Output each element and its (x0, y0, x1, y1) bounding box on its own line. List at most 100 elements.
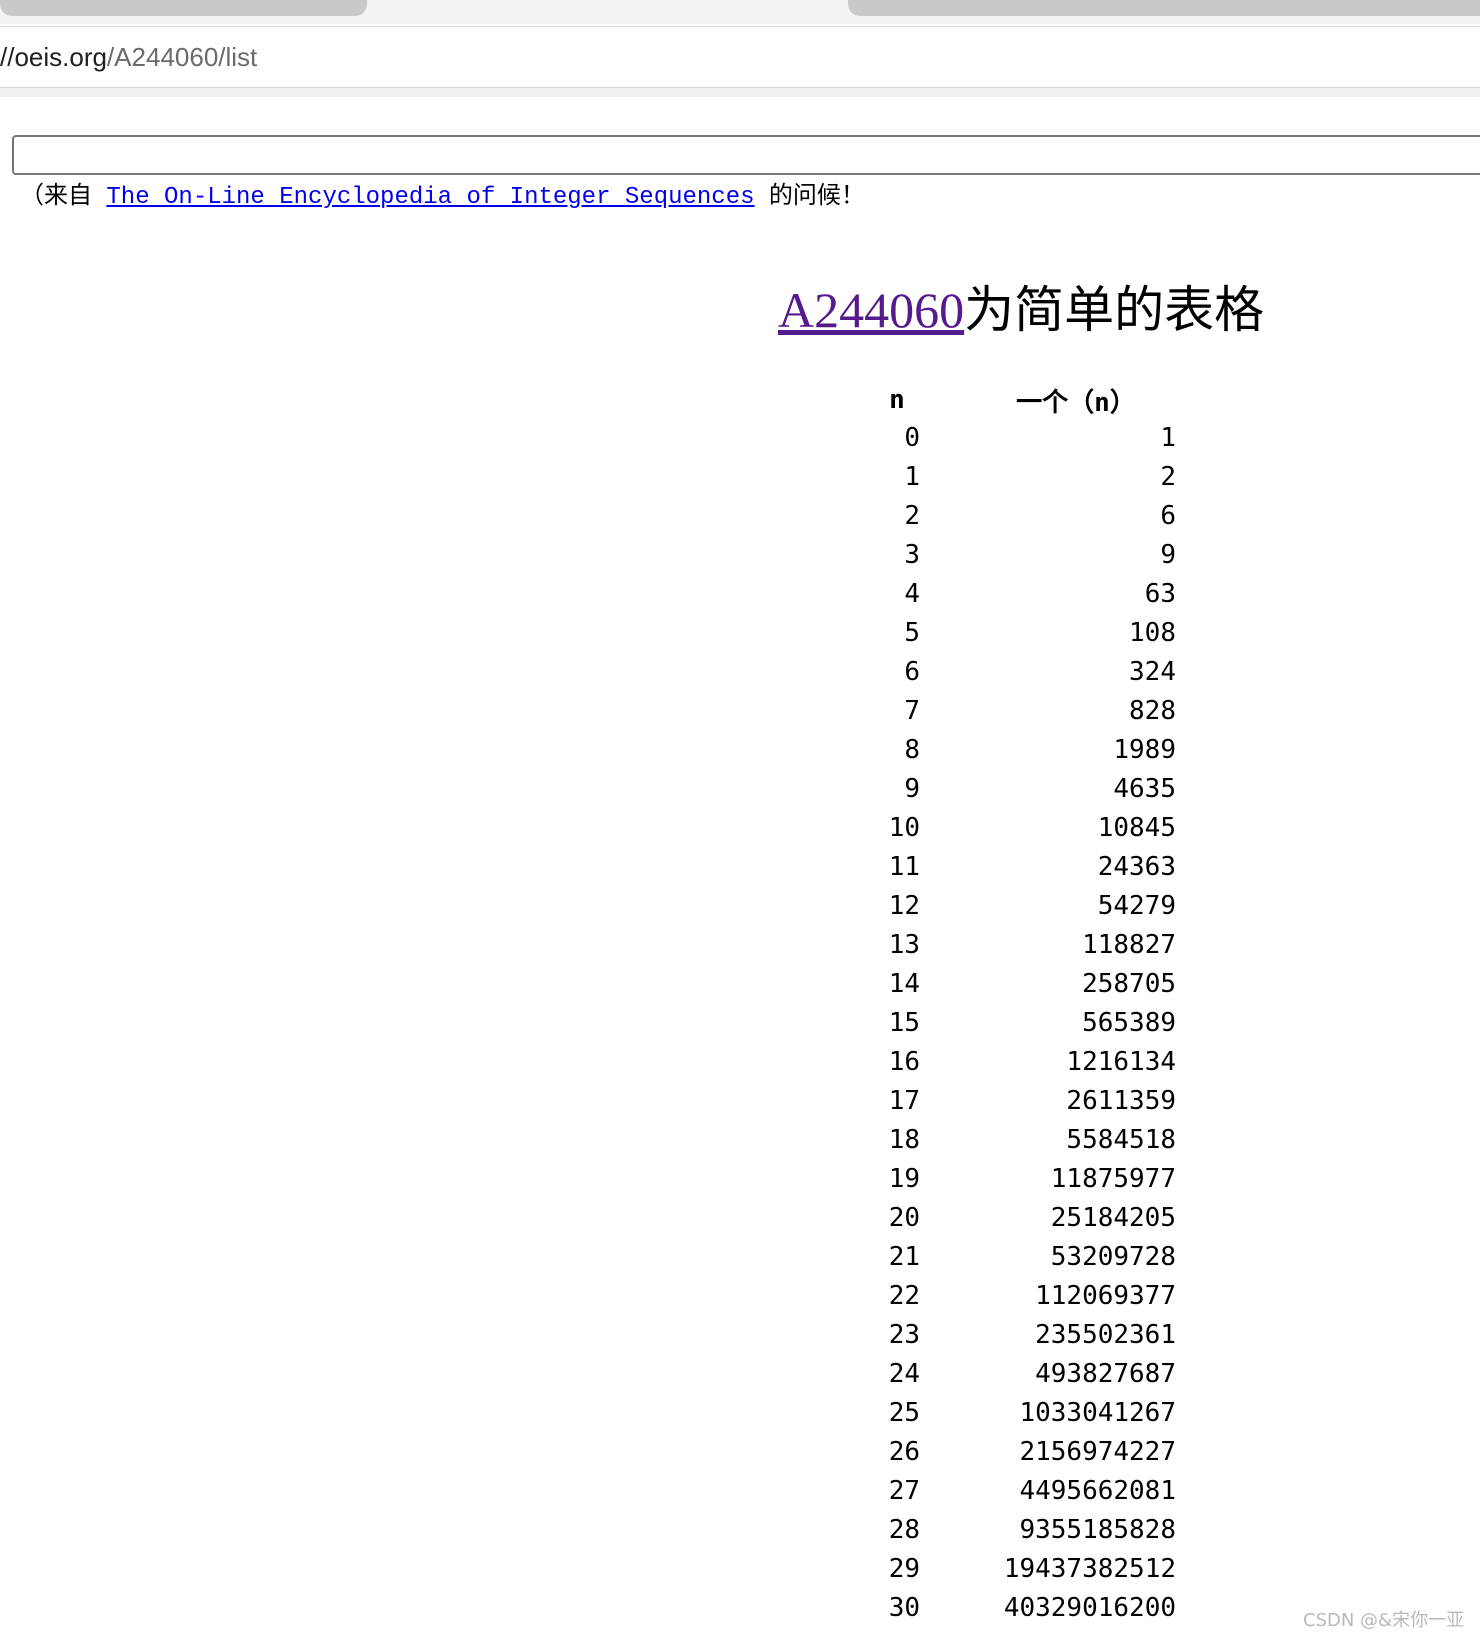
address-bar[interactable]: //oeis.org/A244060/list (0, 26, 1480, 89)
cell-n: 29 (888, 1554, 920, 1584)
greeting-line: （来自 The On-Line Encyclopedia of Integer … (20, 181, 865, 215)
table-header-row: n 一个（n） (868, 381, 1176, 419)
cell-a: 1989 (1113, 735, 1176, 765)
table-row: 26 2156974227 (868, 1433, 1176, 1472)
table-row: 10 10845 (868, 809, 1176, 848)
cell-a: 53209728 (1050, 1242, 1176, 1272)
cell-a: 108 (1129, 618, 1176, 648)
cell-n: 10 (888, 813, 920, 843)
table-row: 27 4495662081 (868, 1472, 1176, 1511)
cell-a: 118827 (1082, 930, 1176, 960)
cell-n: 19 (888, 1164, 920, 1194)
table-row: 12 54279 (868, 887, 1176, 926)
cell-a: 112069377 (1035, 1281, 1176, 1311)
table-row: 28 9355185828 (868, 1511, 1176, 1550)
cell-a: 493827687 (1035, 1359, 1176, 1389)
cell-a: 19437382512 (1003, 1554, 1176, 1584)
chrome-separator (0, 88, 1480, 97)
header-a: 一个（n） (1016, 387, 1136, 418)
cell-n: 21 (888, 1242, 920, 1272)
cell-a: 4635 (1113, 774, 1176, 804)
cell-a: 4495662081 (1019, 1476, 1176, 1506)
table-row: 9 4635 (868, 770, 1176, 809)
browser-tab[interactable] (0, 0, 367, 16)
tab-strip (0, 0, 1480, 24)
page-title: A244060为简单的表格 (778, 280, 1264, 340)
table-row: 19 11875977 (868, 1160, 1176, 1199)
cell-n: 14 (888, 969, 920, 999)
cell-a: 9 (1160, 540, 1176, 570)
cell-a: 2611359 (1066, 1086, 1176, 1116)
table-row: 7 828 (868, 692, 1176, 731)
watermark: CSDN @&宋你一亚 (1303, 1610, 1465, 1631)
table-row: 14 258705 (868, 965, 1176, 1004)
sequence-id-link[interactable]: A244060 (778, 282, 964, 338)
sequence-table: n 一个（n） 0 1 1 2 2 6 3 9 4 63 5 108 6 324 7 828 8 1989 9 463… (868, 381, 1176, 1628)
table-row: 13 118827 (868, 926, 1176, 965)
cell-n: 6 (904, 657, 920, 687)
cell-a: 2156974227 (1019, 1437, 1176, 1467)
cell-n: 28 (888, 1515, 920, 1545)
table-row: 22 112069377 (868, 1277, 1176, 1316)
title-text: 为简单的表格 (964, 282, 1265, 338)
table-row: 12 (868, 458, 1176, 497)
cell-n: 16 (888, 1047, 920, 1077)
cell-a: 1033041267 (1019, 1398, 1176, 1428)
cell-a: 324 (1129, 657, 1176, 687)
table-row: 15 565389 (868, 1004, 1176, 1043)
table-row: 25 1033041267 (868, 1394, 1176, 1433)
cell-a: 9355185828 (1019, 1515, 1176, 1545)
cell-n: 3 (904, 540, 920, 570)
table-row: 5 108 (868, 614, 1176, 653)
table-row: 01 (868, 419, 1176, 458)
cell-a: 235502361 (1035, 1320, 1176, 1350)
cell-a: 565389 (1082, 1008, 1176, 1038)
cell-a: 6 (1160, 501, 1176, 531)
table-row: 6 324 (868, 653, 1176, 692)
cell-a: 24363 (1097, 852, 1176, 882)
cell-n: 4 (904, 579, 920, 609)
cell-a: 40329016200 (1003, 1593, 1176, 1623)
header-n: n (889, 385, 905, 415)
cell-a: 5584518 (1066, 1125, 1176, 1155)
cell-n: 7 (904, 696, 920, 726)
cell-n: 12 (888, 891, 920, 921)
table-row: 29 19437382512 (868, 1550, 1176, 1589)
greeting-prefix: （来自 (20, 184, 107, 211)
cell-n: 5 (904, 618, 920, 648)
cell-a: 1216134 (1066, 1047, 1176, 1077)
cell-a: 1 (1160, 423, 1176, 453)
cell-n: 23 (888, 1320, 920, 1350)
cell-n: 0 (904, 423, 920, 453)
cell-a: 828 (1129, 696, 1176, 726)
cell-n: 26 (888, 1437, 920, 1467)
cell-n: 30 (888, 1593, 920, 1623)
cell-a: 63 (1144, 579, 1176, 609)
search-input[interactable] (12, 135, 1480, 175)
table-row: 23 235502361 (868, 1316, 1176, 1355)
table-row: 16 1216134 (868, 1043, 1176, 1082)
cell-n: 13 (888, 930, 920, 960)
cell-n: 8 (904, 735, 920, 765)
cell-n: 11 (888, 852, 920, 882)
url-text[interactable]: //oeis.org/A244060/list (0, 42, 257, 73)
cell-a: 258705 (1082, 969, 1176, 999)
cell-n: 25 (888, 1398, 920, 1428)
table-body: 0 1 1 2 2 6 3 9 4 63 5 108 6 324 7 828 8 1989 9 4635 10 10845… (868, 419, 1176, 1628)
table-row: 39 (868, 536, 1176, 575)
oeis-home-link[interactable]: The On-Line Encyclopedia of Integer Sequ… (106, 184, 754, 211)
url-path: /A244060/list (106, 42, 258, 72)
table-row: 17 2611359 (868, 1082, 1176, 1121)
cell-a: 54279 (1097, 891, 1176, 921)
table-row: 20 25184205 (868, 1199, 1176, 1238)
cell-a: 10845 (1097, 813, 1176, 843)
table-row: 8 1989 (868, 731, 1176, 770)
browser-tab-active[interactable] (848, 0, 1480, 16)
cell-n: 15 (888, 1008, 920, 1038)
cell-n: 22 (888, 1281, 920, 1311)
cell-n: 17 (888, 1086, 920, 1116)
cell-a: 25184205 (1050, 1203, 1176, 1233)
cell-n: 1 (904, 462, 920, 492)
cell-a: 2 (1160, 462, 1176, 492)
cell-n: 24 (888, 1359, 920, 1389)
